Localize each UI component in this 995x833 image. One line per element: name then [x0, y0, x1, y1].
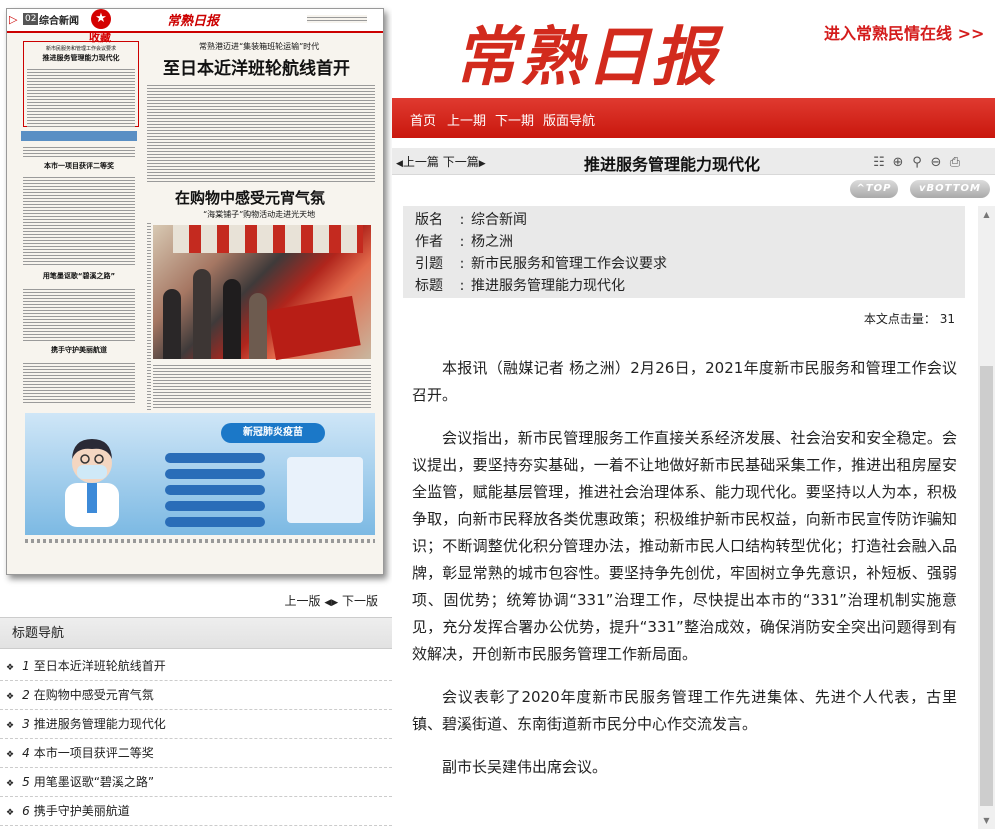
article-toolbar: ◀上一篇 下一篇▶ 推进服务管理能力现代化 ☷ ⊕ ⚲ ⊖ ⎙ — [392, 148, 995, 175]
print-icon[interactable]: ⎙ — [947, 155, 963, 170]
headline-3: 本市一项目获评二等奖 — [44, 162, 114, 170]
topic-item[interactable]: ❖ 2 在购物中感受元宵气氛 — [0, 681, 392, 710]
mini-masthead: 常熟日报 — [167, 14, 220, 29]
zoom-out-icon[interactable]: ⊖ — [928, 155, 944, 170]
section-name: 综合新闻 — [39, 16, 79, 27]
box-headline: 推进服务管理能力现代化 — [42, 54, 120, 62]
magnifier-icon[interactable]: ⚲ — [909, 155, 925, 170]
box-text — [27, 67, 135, 127]
hit-count: 本文点击量： 31 — [863, 312, 955, 326]
brand-logo: 常熟日报 — [454, 20, 718, 95]
ad-illustration — [287, 457, 363, 523]
toolbar-icons: ☷ ⊕ ⚲ ⊖ ⎙ — [868, 151, 963, 170]
meta-section: 版名: 综合新闻 — [415, 212, 527, 228]
nav-home[interactable]: 首页 — [410, 110, 436, 129]
topic-nav-list: ❖ 1 至日本近洋班轮航线首开 ❖ 2 在购物中感受元宵气氛 ❖ 3 推进服务管理能力现代化… — [0, 652, 392, 826]
article-scrollbar[interactable]: ▲ ▼ — [978, 206, 995, 829]
page-preview-panel: ▷ 02 综合新闻 常熟日报 ★ 收藏 新市民服务和管理工作会议要求 推进服务管… — [0, 0, 392, 833]
kicker-1: 常熟港迈进“集装箱班轮运输”时代 — [199, 42, 320, 51]
zoom-in-icon[interactable]: ⊕ — [890, 155, 906, 170]
bullet-icon: ❖ — [6, 750, 15, 760]
page-pager: 上一版 ◀▶ 下一版 — [284, 592, 378, 609]
bullet-icon: ❖ — [6, 663, 15, 673]
current-article-highlight[interactable]: 新市民服务和管理工作会议要求 推进服务管理能力现代化 — [23, 41, 139, 127]
topic-item[interactable]: ❖ 3 推进服务管理能力现代化 — [0, 710, 392, 739]
article-meta: 版名: 综合新闻 作者: 杨之洲 引题: 新市民服务和管理工作会议要求 标题: 推进服务… — [403, 206, 965, 298]
meta-author: 作者: 杨之洲 — [415, 234, 513, 250]
topic-item[interactable]: ❖ 1 至日本近洋班轮航线首开 — [0, 652, 392, 681]
bullet-icon: ❖ — [6, 779, 15, 789]
article-paragraph: 会议指出，新市民管理服务工作直接关系经济发展、社会治安和安全稳定。会议提出，要坚… — [412, 429, 957, 663]
top-navbar: 首页 上一期 下一期 版面导航 — [392, 98, 995, 138]
topic-item[interactable]: ❖ 4 本市一项目获评二等奖 — [0, 739, 392, 768]
bottom-button[interactable]: vBOTTOM — [910, 180, 990, 198]
favorite-star-icon[interactable]: ★ — [91, 9, 111, 29]
prev-page-link[interactable]: 上一版 — [284, 594, 320, 608]
topic-item[interactable]: ❖ 6 携手守护美丽航道 — [0, 797, 392, 826]
nav-page-nav[interactable]: 版面导航 — [543, 110, 595, 129]
ad-title: 新冠肺炎疫苗 — [221, 423, 325, 443]
box-kicker: 新市民服务和管理工作会议要求 — [45, 46, 116, 52]
topic-nav-header: 标题导航 — [0, 617, 392, 649]
headline-5: 携手守护美丽航道 — [51, 346, 107, 354]
blue-banner — [21, 131, 137, 141]
article-paragraph: 本报讯（融媒记者 杨之洲）2月26日，2021年度新市民服务和管理工作会议召开。 — [412, 359, 957, 404]
ad-item — [165, 469, 265, 479]
nav-next-issue[interactable]: 下一期 — [495, 110, 534, 129]
text-block — [23, 175, 135, 267]
text-block — [147, 221, 151, 411]
list-icon[interactable]: ☷ — [871, 155, 887, 170]
article-panel: 常熟日报 进入常熟民情在线 >> 首页 上一期 下一期 版面导航 ◀上一篇 下一… — [392, 0, 995, 833]
text-block — [147, 83, 375, 183]
next-page-link[interactable]: 下一版 — [342, 594, 378, 608]
text-block — [23, 361, 135, 405]
scroll-thumb[interactable] — [980, 366, 993, 806]
ad-item — [165, 517, 265, 527]
headline-2: 在购物中感受元宵气氛 — [175, 189, 326, 207]
newspaper-page-thumbnail[interactable]: ▷ 02 综合新闻 常熟日报 ★ 收藏 新市民服务和管理工作会议要求 推进服务管… — [6, 8, 384, 575]
next-arrow-icon[interactable]: ▶ — [331, 598, 338, 608]
ad-item — [165, 501, 265, 511]
bullet-icon: ❖ — [6, 721, 15, 731]
meta-lead: 引题: 新市民服务和管理工作会议要求 — [415, 256, 667, 272]
news-photo — [153, 225, 371, 361]
page-footer-line — [25, 539, 375, 543]
text-block — [23, 145, 135, 159]
scroll-up-arrow-icon[interactable]: ▲ — [978, 206, 995, 223]
doctor-icon — [65, 439, 119, 527]
article-paragraph: 会议表彰了2020年度新市民服务管理工作先进集体、先进个人代表，古里镇、碧溪街道… — [412, 688, 957, 733]
meta-title: 标题: 推进服务管理能力现代化 — [415, 278, 625, 294]
text-block — [153, 363, 371, 409]
article-body: 本报讯（融媒记者 杨之洲）2月26日，2021年度新市民服务和管理工作会议召开。… — [412, 355, 957, 797]
top-button[interactable]: ^TOP — [850, 180, 898, 198]
subhead-2: “海棠铺子”购物活动走进光天地 — [203, 210, 316, 219]
scroll-down-arrow-icon[interactable]: ▼ — [978, 812, 995, 829]
ad-item — [165, 453, 265, 463]
date-line — [307, 15, 367, 23]
article-paragraph: 副市长吴建伟出席会议。 — [442, 758, 608, 776]
enter-minqing-link[interactable]: 进入常熟民情在线 >> — [824, 20, 984, 44]
headline-4: 用笔墨讴歌“碧溪之路” — [42, 272, 116, 280]
bullet-icon: ❖ — [6, 692, 15, 702]
page-header: ▷ 02 综合新闻 常熟日报 — [7, 9, 383, 33]
bullet-icon: ❖ — [6, 808, 15, 818]
headline-1: 至日本近洋班轮航线首开 — [163, 59, 350, 79]
topic-item[interactable]: ❖ 5 用笔墨讴歌“碧溪之路” — [0, 768, 392, 797]
ad-item — [165, 485, 265, 495]
nav-prev-issue[interactable]: 上一期 — [447, 110, 486, 129]
corner-arrow-icon: ▷ — [9, 13, 18, 26]
vaccine-ad: 新冠肺炎疫苗 — [25, 413, 375, 535]
text-block — [23, 287, 135, 341]
section-number: 02 — [23, 13, 39, 25]
